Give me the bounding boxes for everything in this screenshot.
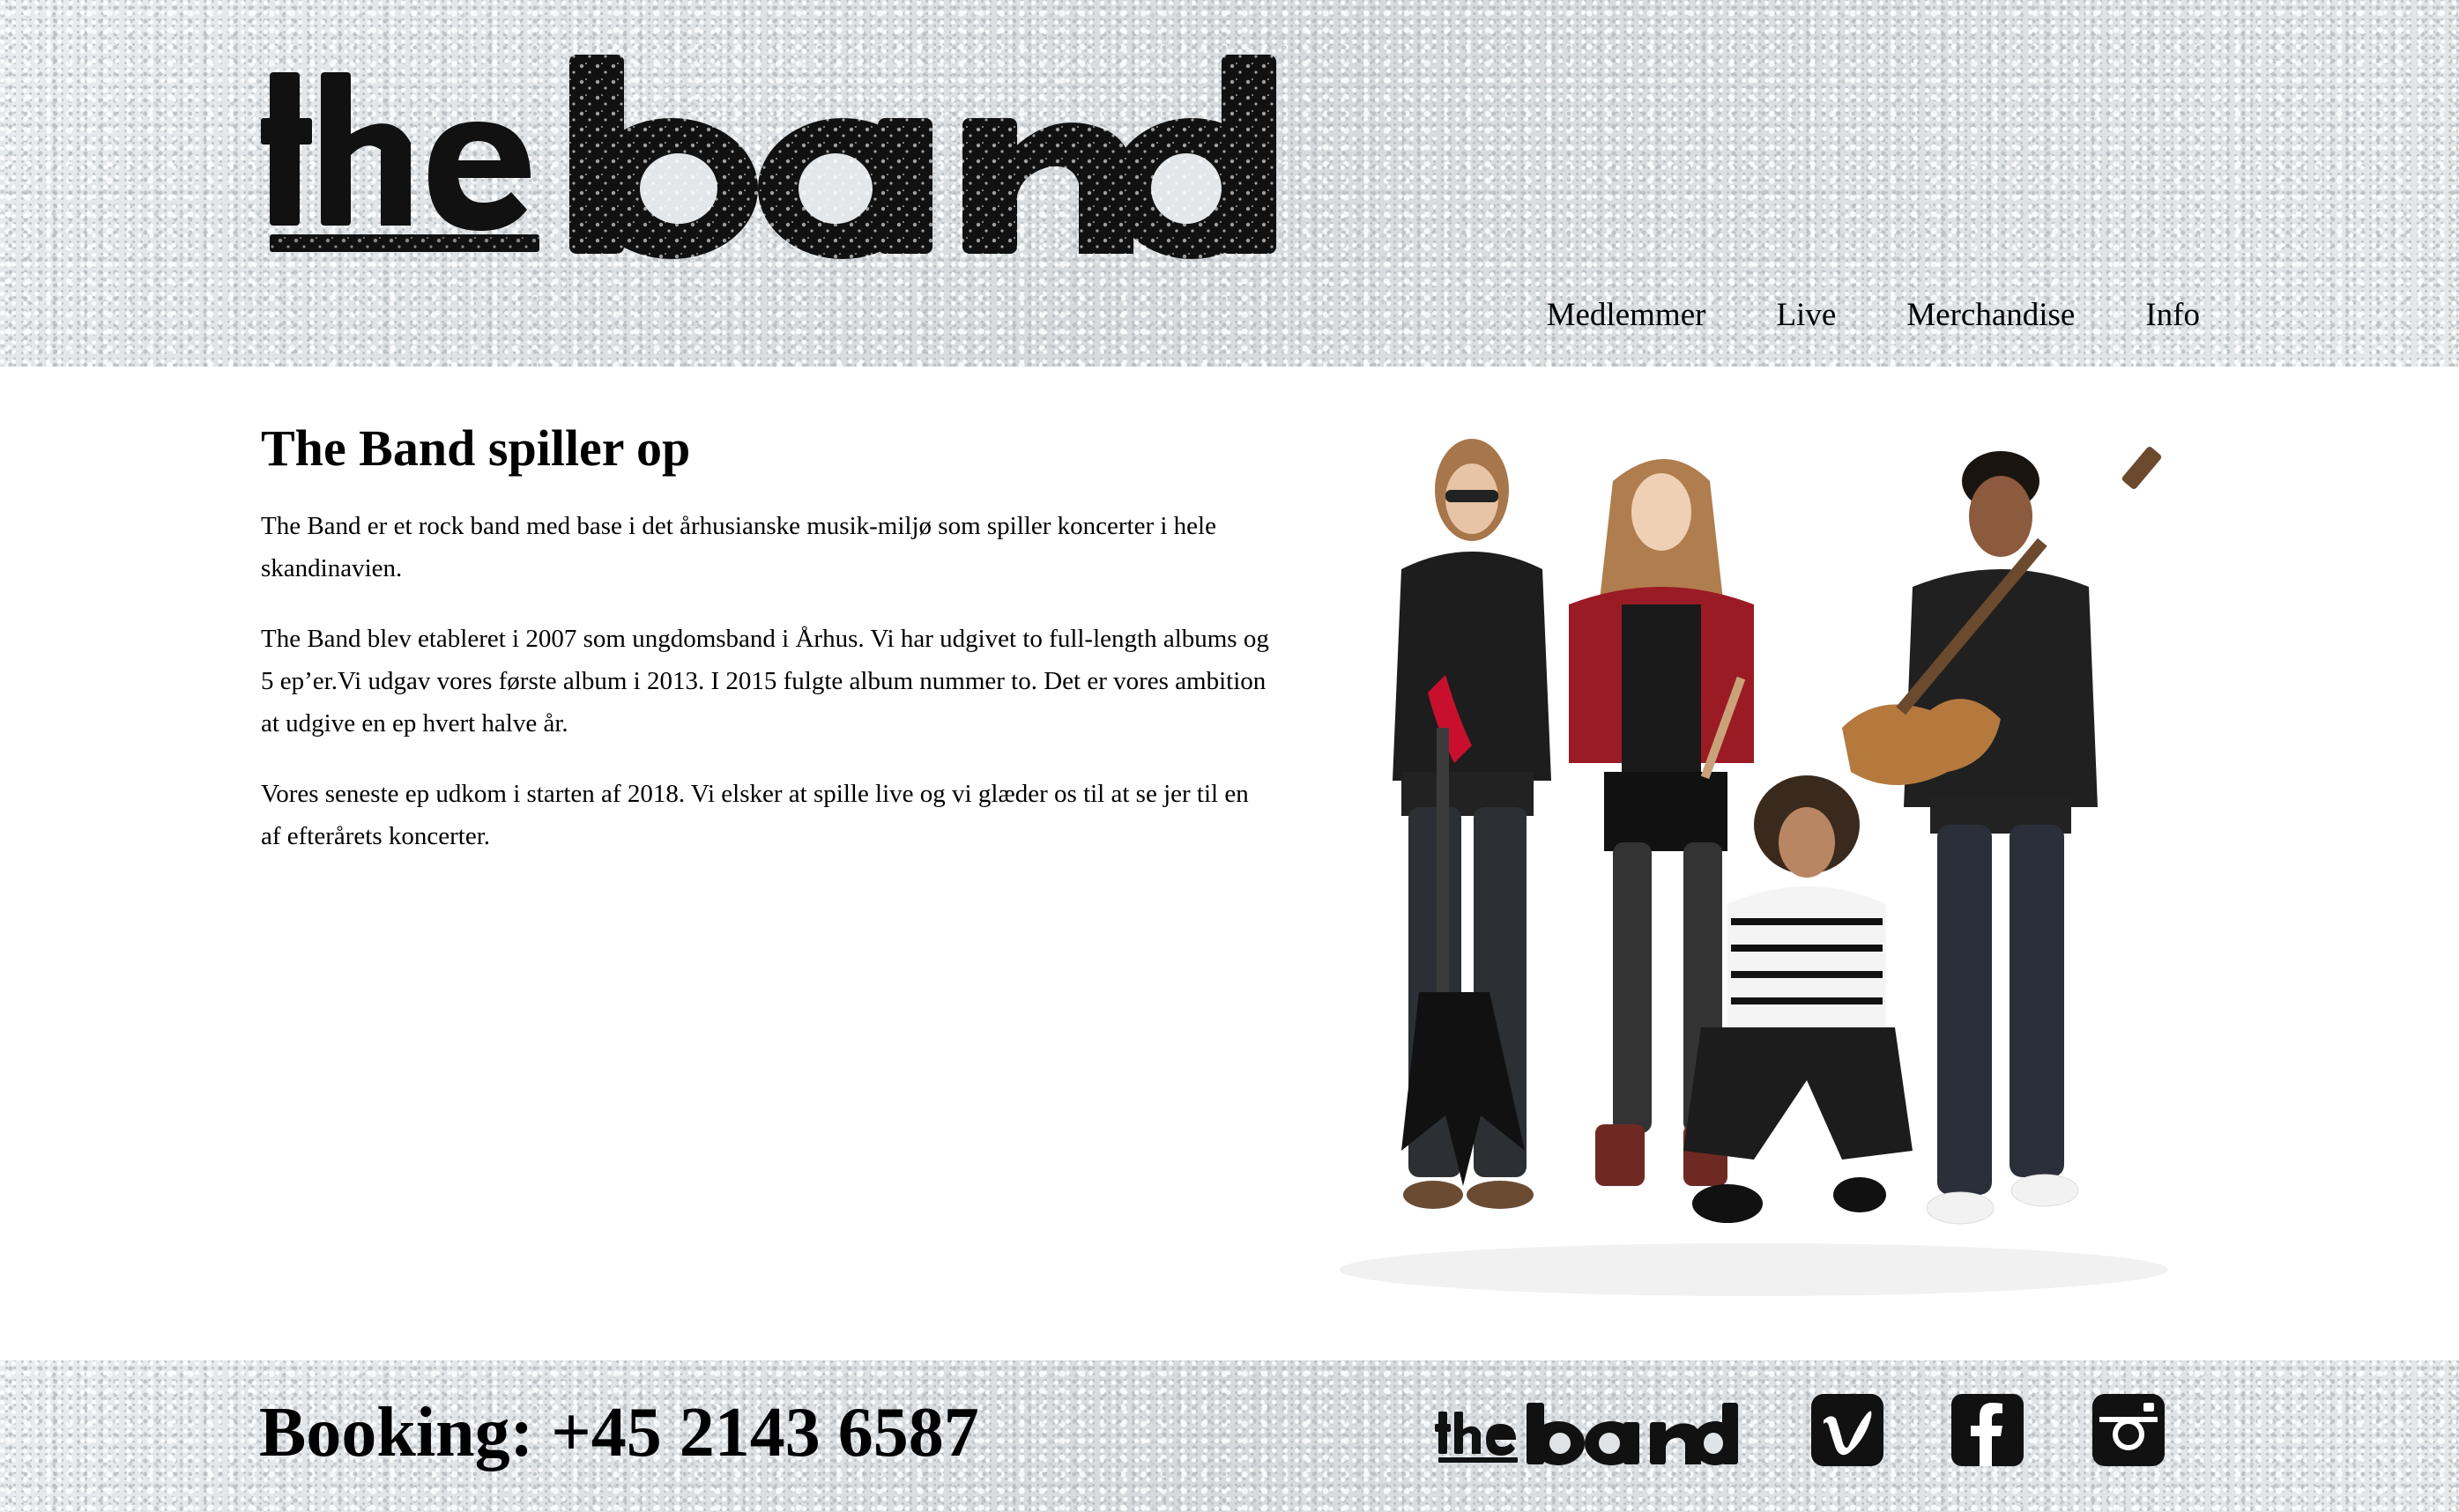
intro-paragraph-2: The Band blev etableret i 2007 som ungdo… <box>261 624 1269 737</box>
booking-phone[interactable]: Booking: +45 2143 6587 <box>259 1397 979 1468</box>
nav-item-info[interactable]: Info <box>2145 296 2200 334</box>
page-title: The Band spiller op <box>261 419 691 477</box>
main-content: The Band spiller op The Band er et rock … <box>0 367 2459 1360</box>
nav-item-merchandise[interactable]: Merchandise <box>1906 296 2075 334</box>
nav-item-live[interactable]: Live <box>1776 296 1836 334</box>
vimeo-icon[interactable] <box>1811 1394 1883 1466</box>
the-band-logo[interactable] <box>261 46 1287 263</box>
intro-section: The Band spiller op The Band er et rock … <box>261 419 1274 886</box>
intro-paragraph-1: The Band er et rock band med base i det … <box>261 511 1216 582</box>
footer-logo[interactable] <box>1435 1399 1738 1470</box>
main-nav: Medlemmer Live Merchandise Info <box>1547 296 2200 334</box>
site-footer: Booking: +45 2143 6587 <box>0 1360 2459 1512</box>
intro-paragraph-3: Vores seneste ep udkom i starten af 2018… <box>261 779 1249 850</box>
nav-item-medlemmer[interactable]: Medlemmer <box>1547 296 1706 334</box>
facebook-icon[interactable] <box>1951 1394 2024 1466</box>
instagram-icon[interactable] <box>2092 1394 2165 1466</box>
site-header: Medlemmer Live Merchandise Info <box>0 0 2459 367</box>
page: Medlemmer Live Merchandise Info The Band… <box>0 0 2459 1512</box>
band-photo <box>1313 428 2203 1309</box>
